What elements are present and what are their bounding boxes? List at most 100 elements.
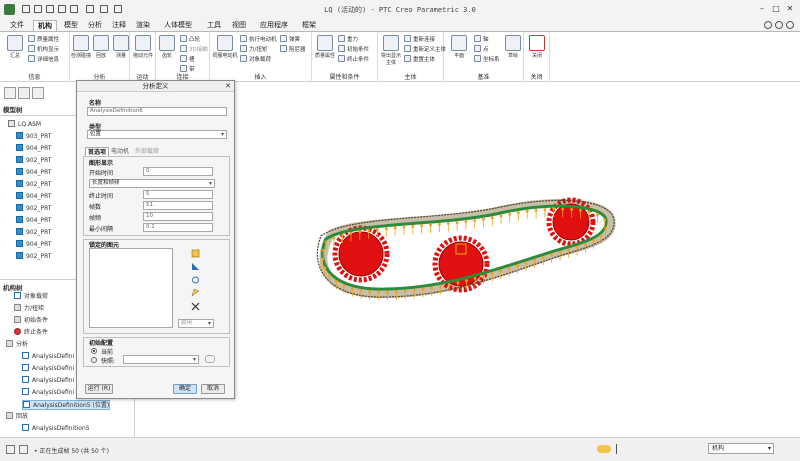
tree-item[interactable]: 902_PRT: [16, 228, 51, 238]
select-bodies-icon[interactable]: [191, 249, 200, 258]
termination-condition-button[interactable]: 终止条件: [338, 55, 369, 63]
favorites-tab-icon[interactable]: [32, 87, 44, 99]
tab-analysis[interactable]: 分析: [84, 20, 106, 31]
initial-condition-button[interactable]: 初始条件: [338, 45, 369, 53]
tree-item[interactable]: 力/扭矩: [14, 304, 44, 314]
cancel-button[interactable]: 取消: [201, 384, 225, 394]
run-button[interactable]: 运行 (R): [85, 384, 113, 394]
force-torque-button[interactable]: 力/扭矩: [240, 45, 267, 53]
min-interval-input[interactable]: 0.1: [143, 223, 213, 232]
tab-render[interactable]: 渲染: [132, 20, 154, 31]
details-button[interactable]: 详细信息: [28, 55, 59, 63]
tab-tools[interactable]: 工具: [203, 20, 225, 31]
tree-item[interactable]: AnalysisDefini: [22, 364, 74, 374]
enable-select[interactable]: 启用: [178, 319, 214, 328]
end-time-input[interactable]: 5: [143, 190, 213, 199]
ok-button[interactable]: 确定: [173, 384, 197, 394]
length-rate-select[interactable]: 长度和帧频: [89, 179, 215, 188]
point-button[interactable]: 点: [474, 45, 489, 53]
highlight-bodies-button[interactable]: 突出显示主体: [380, 35, 402, 66]
tab-applications[interactable]: 应用程序: [254, 20, 294, 31]
select-points-icon[interactable]: [191, 262, 200, 271]
tree-item[interactable]: LQ.ASM: [8, 120, 41, 130]
playback-button[interactable]: 回放: [90, 35, 112, 59]
csys-button[interactable]: 坐标系: [474, 55, 500, 63]
tree-item[interactable]: AnalysisDefini: [22, 376, 74, 386]
flag-icon[interactable]: [616, 444, 624, 454]
regen-status-icon[interactable]: [597, 445, 611, 453]
minimize-icon[interactable]: –: [756, 3, 768, 15]
damper-button[interactable]: 阻尼器: [280, 45, 306, 53]
drag-components-button[interactable]: 拖动元件: [132, 35, 154, 59]
frame-rate-input[interactable]: 10: [143, 212, 213, 221]
tab-framework[interactable]: 框架: [298, 20, 320, 31]
glasses-icon[interactable]: [205, 355, 215, 363]
mass-properties-button[interactable]: 质量属性: [28, 35, 59, 43]
cams-button[interactable]: 凸轮: [180, 35, 200, 43]
collapse-ribbon-icon[interactable]: [764, 21, 772, 29]
tree-item[interactable]: 回放: [6, 412, 28, 422]
toggle-browser-icon[interactable]: [19, 445, 28, 454]
tree-item[interactable]: 904_PRT: [16, 240, 51, 250]
spring-button[interactable]: 弹簧: [280, 35, 300, 43]
close-icon[interactable]: ✕: [784, 3, 796, 15]
model-tree-tab-icon[interactable]: [4, 87, 16, 99]
measure-button[interactable]: 测量: [110, 35, 132, 59]
start-time-input[interactable]: 0: [143, 167, 213, 176]
object-load-button[interactable]: 对象载荷: [240, 55, 271, 63]
tab-external-loads[interactable]: 外部载荷: [133, 147, 161, 156]
tab-view[interactable]: 视图: [228, 20, 250, 31]
help-icon[interactable]: [775, 21, 783, 29]
tree-item[interactable]: AnalysisDefinition5 (位置): [22, 400, 111, 410]
reset-body-button[interactable]: 重置主体: [404, 55, 435, 63]
tree-item[interactable]: 分析: [6, 340, 28, 350]
reconnect-button[interactable]: 重新连接: [404, 35, 435, 43]
tree-item[interactable]: 904_PRT: [16, 168, 51, 178]
force-motor-button[interactable]: 执行电动机: [240, 35, 277, 43]
settings-icon[interactable]: [786, 21, 794, 29]
remove-icon[interactable]: [191, 302, 200, 311]
type-select[interactable]: 位置: [87, 130, 227, 139]
tree-item[interactable]: 902_PRT: [16, 180, 51, 190]
maximize-icon[interactable]: □: [770, 3, 782, 15]
servo-motor-button[interactable]: 伺服电动机: [212, 35, 238, 59]
selection-filter[interactable]: 机构: [708, 443, 774, 454]
redefine-body-button[interactable]: 重新定义主体: [404, 45, 446, 53]
summary-button[interactable]: 汇总: [4, 35, 26, 59]
gravity-button[interactable]: 重力: [338, 35, 358, 43]
tab-manikin[interactable]: 人体模型: [156, 20, 200, 31]
3d-contact-button[interactable]: 3D接触: [180, 45, 208, 53]
tree-item[interactable]: 对象载荷: [14, 292, 48, 302]
tree-item[interactable]: 终止条件: [14, 328, 48, 338]
gears-button[interactable]: 齿轮: [156, 35, 178, 59]
select-axes-icon[interactable]: [191, 275, 200, 284]
tree-item[interactable]: 902_PRT: [16, 204, 51, 214]
tree-item[interactable]: 904_PRT: [16, 192, 51, 202]
tree-item[interactable]: 904_PRT: [16, 144, 51, 154]
slots-button[interactable]: 槽: [180, 55, 195, 63]
plane-button[interactable]: 平面: [448, 35, 470, 59]
interference-button[interactable]: 检测碰撞: [70, 35, 92, 59]
locked-entities-list[interactable]: [89, 248, 173, 328]
snapshot-radio[interactable]: [91, 357, 97, 363]
tab-file[interactable]: 文件: [3, 20, 31, 31]
tab-mechanism[interactable]: 机构: [33, 20, 57, 31]
tree-item[interactable]: 初始条件: [14, 316, 48, 326]
toggle-navigator-icon[interactable]: [6, 445, 15, 454]
tree-item[interactable]: AnalysisDefinition5: [22, 424, 90, 434]
tree-item[interactable]: AnalysisDefini: [22, 352, 74, 362]
tab-annotate[interactable]: 注释: [108, 20, 130, 31]
tree-item[interactable]: AnalysisDefini: [22, 388, 74, 398]
tree-item[interactable]: 902_PRT: [16, 252, 51, 262]
folder-tab-icon[interactable]: [18, 87, 30, 99]
name-input[interactable]: AnalysisDefinition6: [87, 107, 227, 116]
tab-motors[interactable]: 电动机: [109, 147, 131, 156]
mech-display-button[interactable]: 机构显示: [28, 45, 59, 53]
axis-button[interactable]: 轴: [474, 35, 489, 43]
frames-input[interactable]: 51: [143, 201, 213, 210]
tab-preferences[interactable]: 首选项: [85, 147, 110, 156]
close-mechanism-button[interactable]: 关闭: [526, 35, 548, 59]
tree-item[interactable]: 904_PRT: [16, 216, 51, 226]
select-planes-icon[interactable]: [191, 288, 200, 297]
sketch-button[interactable]: 草绘: [502, 35, 524, 59]
